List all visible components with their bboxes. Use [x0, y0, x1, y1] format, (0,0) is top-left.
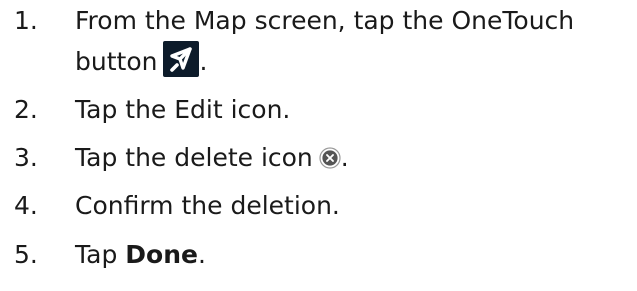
done-label: Done [125, 240, 198, 269]
step-number: 1. [14, 6, 38, 35]
step-text-before-bold: Tap [75, 240, 126, 269]
step-text: From the Map screen, tap the OneTouch [75, 6, 575, 35]
step-text-after-icon: . [340, 143, 349, 172]
step-text-before-icon: button [75, 47, 158, 76]
step-text: Tap the Edit icon. [75, 95, 291, 124]
onetouch-icon [163, 41, 200, 77]
step-text-after-icon: . [199, 47, 208, 76]
step-text: Tap Done. [75, 234, 206, 275]
step-text-after-bold: . [197, 240, 206, 269]
step-number: 3. [14, 143, 38, 172]
step-number: 2. [14, 95, 38, 124]
step-number: 5. [14, 240, 38, 269]
step-text: Tap the delete icon . [75, 137, 349, 178]
delete-icon [319, 140, 341, 169]
step-text: Confirm the deletion. [75, 191, 340, 220]
step-text-before-icon: Tap the delete icon [75, 143, 313, 172]
step-number: 4. [14, 191, 38, 220]
step-text-continued: button . [75, 41, 207, 82]
instruction-list: 1. From the Map screen, tap the OneTouch… [0, 0, 637, 291]
